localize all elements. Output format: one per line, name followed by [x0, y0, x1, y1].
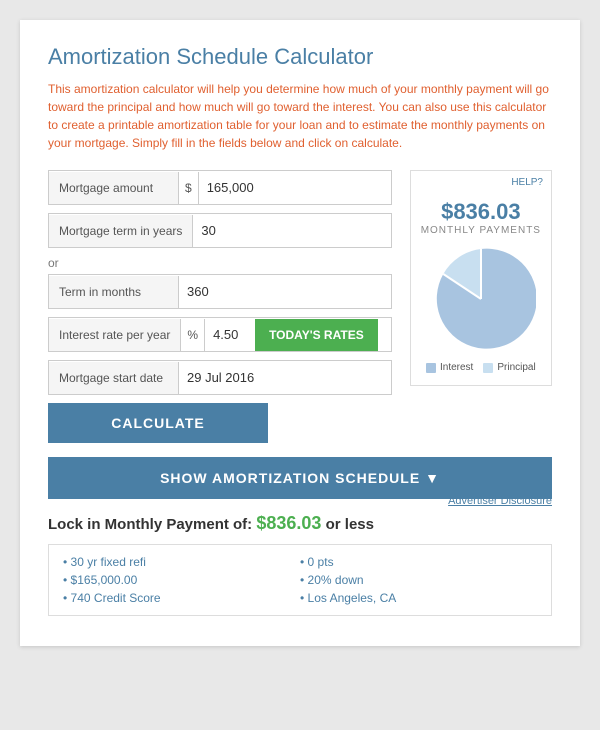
percent-icon: % — [181, 319, 205, 351]
lock-or-less: or less — [326, 516, 374, 533]
start-date-label: Mortgage start date — [49, 362, 179, 394]
legend-interest: Interest — [426, 362, 473, 373]
todays-rates-button[interactable]: TODAY'S RATES — [255, 319, 378, 351]
interest-rate-row: Interest rate per year % TODAY'S RATES — [48, 317, 392, 352]
term-months-input[interactable] — [179, 275, 391, 308]
lock-item-4: 740 Credit Score — [63, 591, 300, 605]
interest-rate-label: Interest rate per year — [49, 319, 181, 351]
help-link[interactable]: HELP? — [511, 177, 543, 188]
lock-item-1: 0 pts — [300, 555, 537, 569]
mortgage-amount-row: Mortgage amount $ — [48, 170, 392, 205]
principal-color-dot — [483, 363, 493, 373]
lock-info-box: 30 yr fixed refi 0 pts $165,000.00 20% d… — [48, 544, 552, 616]
main-card: Amortization Schedule Calculator This am… — [20, 20, 580, 646]
main-layout: Mortgage amount $ Mortgage term in years… — [48, 170, 552, 443]
page-title: Amortization Schedule Calculator — [48, 44, 552, 70]
mortgage-term-label: Mortgage term in years — [49, 215, 193, 247]
monthly-amount: $836.03 — [421, 199, 541, 225]
legend-interest-label: Interest — [440, 362, 473, 373]
result-panel: HELP? $836.03 MONTHLY PAYMENTS Inte — [410, 170, 552, 386]
dollar-icon: $ — [179, 172, 199, 204]
lock-amount: $836.03 — [256, 513, 321, 533]
start-date-input[interactable] — [179, 361, 391, 394]
mortgage-term-input[interactable] — [193, 214, 390, 247]
show-schedule-button[interactable]: SHOW AMORTIZATION SCHEDULE ▼ — [48, 457, 552, 499]
legend: Interest Principal — [421, 362, 541, 373]
calculate-button[interactable]: CALCULATE — [48, 403, 268, 443]
lock-title: Lock in Monthly Payment of: $836.03 or l… — [48, 513, 552, 534]
interest-color-dot — [426, 363, 436, 373]
lock-title-text: Lock in Monthly Payment of: — [48, 516, 252, 533]
mortgage-amount-input[interactable] — [199, 171, 391, 204]
mortgage-amount-label: Mortgage amount — [49, 172, 179, 204]
legend-principal-label: Principal — [497, 362, 535, 373]
monthly-label: MONTHLY PAYMENTS — [421, 225, 541, 236]
lock-item-5: Los Angeles, CA — [300, 591, 537, 605]
or-text: or — [48, 256, 392, 270]
lock-item-0: 30 yr fixed refi — [63, 555, 300, 569]
legend-principal: Principal — [483, 362, 535, 373]
lock-item-2: $165,000.00 — [63, 573, 300, 587]
lock-item-3: 20% down — [300, 573, 537, 587]
description-text: This amortization calculator will help y… — [48, 80, 552, 152]
pie-chart — [426, 244, 536, 354]
mortgage-term-row: Mortgage term in years — [48, 213, 392, 248]
term-months-row: Term in months — [48, 274, 392, 309]
start-date-row: Mortgage start date — [48, 360, 392, 395]
lock-section: Advertiser Disclosure Lock in Monthly Pa… — [48, 513, 552, 626]
interest-rate-input[interactable] — [205, 318, 255, 351]
term-months-label: Term in months — [49, 276, 179, 308]
form-section: Mortgage amount $ Mortgage term in years… — [48, 170, 392, 443]
